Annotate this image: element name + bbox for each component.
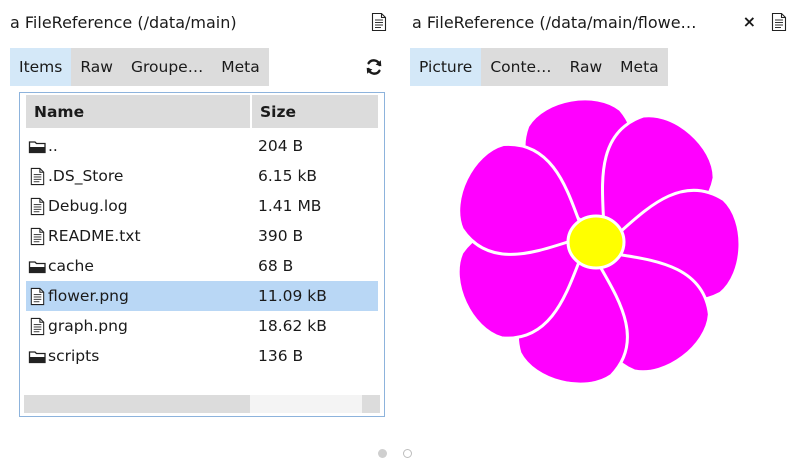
cell-name: .. — [26, 137, 252, 156]
table-body: .. 204 B .DS_Store 6.15 kB Debug.log 1.41 MB R… — [26, 131, 378, 371]
file-size: 18.62 kB — [258, 317, 327, 335]
document-icon[interactable] — [770, 12, 788, 32]
tab-meta[interactable]: Meta — [212, 48, 269, 86]
file-name: README.txt — [48, 227, 141, 245]
tab-grouped[interactable]: Groupe… — [121, 48, 213, 86]
document-icon — [28, 167, 47, 186]
file-name: scripts — [48, 347, 100, 365]
document-icon — [28, 197, 47, 216]
table-row[interactable]: graph.png 18.62 kB — [26, 311, 378, 341]
page-dot-2[interactable] — [403, 449, 412, 458]
left-pane-tabs: Items Raw Groupe… Meta — [10, 48, 269, 86]
file-size: 6.15 kB — [258, 167, 318, 185]
file-name: .. — [48, 137, 58, 155]
table-header: Name Size — [26, 95, 378, 128]
document-icon — [28, 227, 47, 246]
tab-contents[interactable]: Conte… — [481, 48, 561, 86]
folder-icon — [28, 347, 47, 366]
file-name: .DS_Store — [48, 167, 124, 185]
scrollbar-corner — [362, 395, 380, 413]
file-browser-pane: a FileReference (/data/main) Items Raw G… — [0, 0, 396, 430]
table-row[interactable]: README.txt 390 B — [26, 221, 378, 251]
horizontal-scrollbar[interactable] — [24, 395, 380, 413]
table-row[interactable]: .DS_Store 6.15 kB — [26, 161, 378, 191]
document-icon[interactable] — [370, 12, 388, 32]
flower-image — [456, 97, 742, 386]
document-icon — [28, 317, 47, 336]
cell-name: graph.png — [26, 317, 252, 336]
left-pane-title-bar: a FileReference (/data/main) — [0, 4, 396, 40]
cell-name: flower.png — [26, 287, 252, 306]
table-row[interactable]: Debug.log 1.41 MB — [26, 191, 378, 221]
column-header-size[interactable]: Size — [252, 95, 378, 128]
refresh-icon[interactable] — [364, 57, 384, 77]
tab-raw[interactable]: Raw — [560, 48, 612, 86]
file-table: Name Size .. 204 B .DS_Store 6.15 kB Debug.l… — [19, 92, 385, 417]
file-name: graph.png — [48, 317, 128, 335]
table-row[interactable]: cache 68 B — [26, 251, 378, 281]
file-name: flower.png — [48, 287, 129, 305]
page-dot-1[interactable] — [378, 449, 387, 458]
cell-name: cache — [26, 257, 252, 276]
folder-icon — [28, 257, 47, 276]
table-row[interactable]: flower.png 11.09 kB — [26, 281, 378, 311]
file-name: Debug.log — [48, 197, 128, 215]
file-size: 1.41 MB — [258, 197, 322, 215]
tab-items[interactable]: Items — [10, 48, 72, 86]
right-pane-title: a FileReference (/data/main/flowe… — [412, 12, 697, 32]
file-name: cache — [48, 257, 94, 275]
document-icon — [28, 287, 47, 306]
cell-name: Debug.log — [26, 197, 252, 216]
cell-name: .DS_Store — [26, 167, 252, 186]
cell-name: README.txt — [26, 227, 252, 246]
close-icon[interactable]: × — [743, 14, 756, 30]
right-pane-title-bar: a FileReference (/data/main/flowe… × — [404, 4, 796, 40]
file-size: 136 B — [258, 347, 304, 365]
table-row[interactable]: scripts 136 B — [26, 341, 378, 371]
flower-center — [566, 214, 626, 270]
file-size: 390 B — [258, 227, 304, 245]
tab-picture[interactable]: Picture — [410, 48, 482, 86]
left-pane-title: a FileReference (/data/main) — [10, 12, 237, 32]
table-row[interactable]: .. 204 B — [26, 131, 378, 161]
tab-raw[interactable]: Raw — [71, 48, 122, 86]
tab-meta[interactable]: Meta — [611, 48, 668, 86]
column-header-name[interactable]: Name — [26, 95, 250, 128]
file-preview-pane: a FileReference (/data/main/flowe… × Pic… — [404, 0, 796, 430]
file-size: 68 B — [258, 257, 294, 275]
file-size: 11.09 kB — [258, 287, 327, 305]
cell-name: scripts — [26, 347, 252, 366]
page-indicator — [378, 449, 412, 458]
scrollbar-thumb[interactable] — [24, 395, 250, 413]
right-pane-tabs: Picture Conte… Raw Meta — [410, 48, 668, 86]
file-size: 204 B — [258, 137, 304, 155]
folder-icon — [28, 137, 47, 156]
